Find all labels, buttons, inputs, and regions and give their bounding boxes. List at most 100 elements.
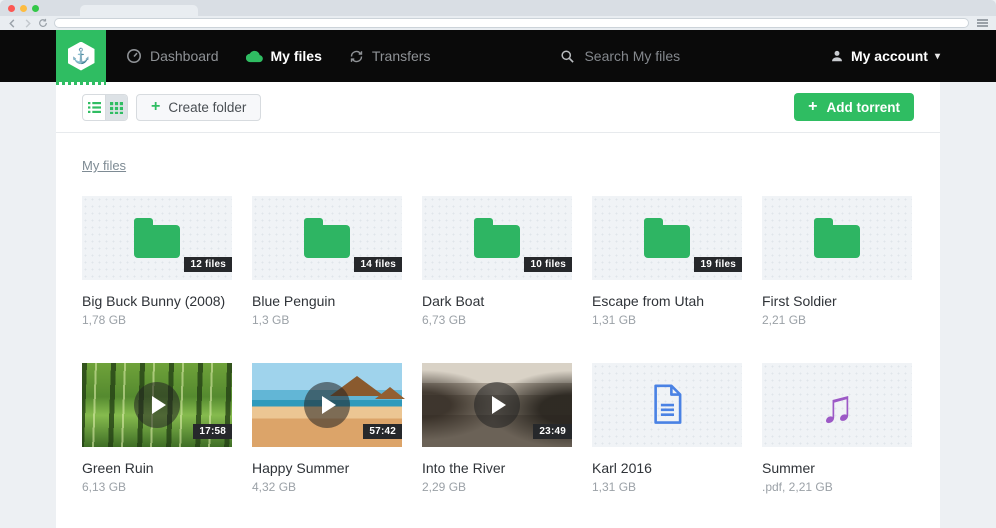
file-name[interactable]: Green Ruin	[82, 460, 232, 476]
view-toggle	[82, 94, 128, 121]
file-thumbnail[interactable]: 10 files	[422, 196, 572, 280]
play-icon[interactable]	[134, 382, 180, 428]
nav-item-label: Transfers	[372, 48, 431, 64]
file-name[interactable]: Big Buck Bunny (2008)	[82, 293, 232, 309]
file-card[interactable]: 19 files Escape from Utah 1,31 GB	[592, 196, 742, 327]
list-view-icon	[88, 101, 101, 114]
document-icon	[649, 384, 685, 426]
file-thumbnail[interactable]	[762, 196, 912, 280]
file-name[interactable]: Into the River	[422, 460, 572, 476]
breadcrumb: My files	[56, 133, 940, 175]
file-size: 1,78 GB	[82, 313, 232, 327]
page-background: + Create folder + Add torrent My files 1…	[0, 82, 996, 528]
file-card[interactable]: 57:42Happy Summer4,32 GB	[252, 363, 402, 494]
folder-icon	[644, 225, 690, 258]
app-navbar: ⚓ Dashboard My files Transfers	[0, 30, 996, 82]
plus-icon: +	[151, 99, 160, 115]
file-name[interactable]: Summer	[762, 460, 912, 476]
file-card[interactable]: 23:49 Into the River 2,29 GB	[422, 363, 572, 494]
nav-item-label: My files	[271, 48, 322, 64]
create-folder-button[interactable]: + Create folder	[136, 94, 261, 121]
grid-view-icon	[110, 101, 123, 114]
file-count-badge: 14 files	[354, 257, 402, 272]
files-toolbar: + Create folder + Add torrent	[56, 82, 940, 133]
minimize-window-icon[interactable]	[20, 5, 27, 12]
file-name[interactable]: Happy Summer	[252, 460, 402, 476]
file-card[interactable]: 12 files Big Buck Bunny (2008) 1,78 GB	[82, 196, 232, 327]
user-icon	[830, 49, 844, 63]
chevron-down-icon: ▾	[935, 51, 940, 62]
forward-icon[interactable]	[23, 19, 32, 28]
file-card[interactable]: Karl 20161,31 GB	[592, 363, 742, 494]
cloud-icon	[246, 50, 263, 63]
file-count-badge: 10 files	[524, 257, 572, 272]
list-view-button[interactable]	[83, 95, 105, 120]
file-name[interactable]: First Soldier	[762, 293, 912, 309]
file-name[interactable]: Escape from Utah	[592, 293, 742, 309]
sync-icon	[349, 49, 364, 64]
file-card[interactable]: First Soldier 2,21 GB	[762, 196, 912, 327]
nav-item-label: Dashboard	[150, 48, 219, 64]
file-card[interactable]: 14 files Blue Penguin 1,3 GB	[252, 196, 402, 327]
file-card[interactable]: ♫ Summer .pdf, 2,21 GB	[762, 363, 912, 494]
browser-toolbar	[0, 16, 996, 30]
browser-tab[interactable]	[80, 5, 198, 16]
file-count-badge: 19 files	[694, 257, 742, 272]
gauge-icon	[126, 48, 142, 64]
duration-badge: 23:49	[533, 424, 572, 439]
plus-icon: +	[808, 99, 817, 115]
address-bar[interactable]	[54, 18, 969, 28]
content-panel: + Create folder + Add torrent My files 1…	[56, 82, 940, 528]
search-icon	[560, 49, 575, 64]
folder-icon	[814, 225, 860, 258]
breadcrumb-my-files-link[interactable]: My files	[82, 158, 126, 173]
account-label: My account	[851, 48, 928, 64]
file-thumbnail[interactable]: ♫	[762, 363, 912, 447]
create-folder-label: Create folder	[168, 100, 246, 115]
reload-icon[interactable]	[38, 18, 48, 28]
nav-item-my-files[interactable]: My files	[246, 48, 322, 64]
duration-badge: 17:58	[193, 424, 232, 439]
browser-chrome	[0, 0, 996, 30]
play-icon[interactable]	[474, 382, 520, 428]
file-card[interactable]: 17:58 Green Ruin 6,13 GB	[82, 363, 232, 494]
folder-icon	[304, 225, 350, 258]
file-size: 2,29 GB	[422, 480, 572, 494]
browser-menu-icon[interactable]	[977, 19, 988, 27]
folder-icon	[474, 225, 520, 258]
grid-view-button[interactable]	[105, 95, 127, 120]
browser-tab-strip	[0, 0, 996, 16]
file-thumbnail[interactable]: 14 files	[252, 196, 402, 280]
play-icon[interactable]	[304, 382, 350, 428]
nav-item-dashboard[interactable]: Dashboard	[126, 48, 219, 64]
file-size: 6,13 GB	[82, 480, 232, 494]
music-note-icon: ♫	[820, 383, 855, 429]
file-name[interactable]: Blue Penguin	[252, 293, 402, 309]
folder-icon	[134, 225, 180, 258]
file-card[interactable]: 10 filesDark Boat6,73 GB	[422, 196, 572, 327]
file-thumbnail[interactable]: 57:42	[252, 363, 402, 447]
nav-item-transfers[interactable]: Transfers	[349, 48, 431, 64]
file-count-badge: 12 files	[184, 257, 232, 272]
file-name[interactable]: Dark Boat	[422, 293, 572, 309]
account-menu[interactable]: My account ▾	[830, 48, 976, 64]
app-logo[interactable]: ⚓	[56, 30, 106, 82]
file-size: .pdf, 2,21 GB	[762, 480, 912, 494]
file-thumbnail[interactable]	[592, 363, 742, 447]
file-name[interactable]: Karl 2016	[592, 460, 742, 476]
add-torrent-button[interactable]: + Add torrent	[794, 93, 914, 121]
main-menu: Dashboard My files Transfers	[126, 48, 430, 64]
file-thumbnail[interactable]: 23:49	[422, 363, 572, 447]
file-size: 2,21 GB	[762, 313, 912, 327]
duration-badge: 57:42	[363, 424, 402, 439]
file-size: 1,31 GB	[592, 313, 742, 327]
file-thumbnail[interactable]: 12 files	[82, 196, 232, 280]
file-size: 1,3 GB	[252, 313, 402, 327]
back-icon[interactable]	[8, 19, 17, 28]
window-controls[interactable]	[8, 5, 39, 12]
file-thumbnail[interactable]: 19 files	[592, 196, 742, 280]
search-input[interactable]	[584, 48, 804, 64]
maximize-window-icon[interactable]	[32, 5, 39, 12]
file-thumbnail[interactable]: 17:58	[82, 363, 232, 447]
close-window-icon[interactable]	[8, 5, 15, 12]
